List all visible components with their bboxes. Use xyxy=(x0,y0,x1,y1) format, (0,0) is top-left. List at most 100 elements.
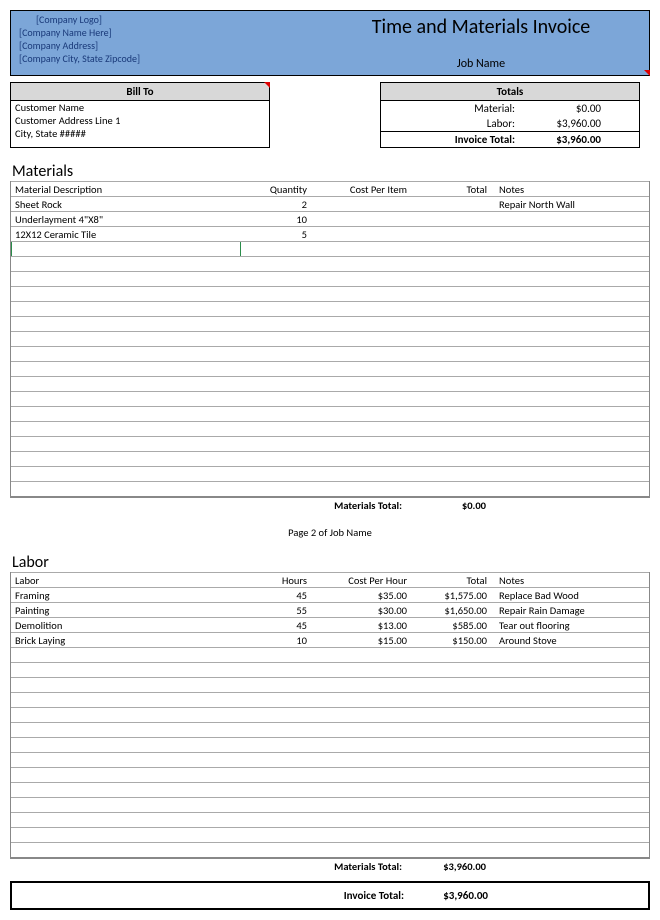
table-row[interactable] xyxy=(11,271,649,286)
cell-description[interactable] xyxy=(11,407,241,421)
cell-description[interactable]: Sheet Rock xyxy=(11,197,241,211)
cell-description[interactable] xyxy=(11,332,241,346)
cell-description[interactable]: Painting xyxy=(11,603,241,617)
cell-notes[interactable] xyxy=(491,678,649,692)
cell-cost[interactable]: $30.00 xyxy=(311,603,411,617)
cell-total[interactable] xyxy=(411,347,491,361)
cell-quantity[interactable] xyxy=(241,407,311,421)
cell-notes[interactable] xyxy=(491,768,649,782)
cell-cost[interactable] xyxy=(311,272,411,286)
cell-notes[interactable] xyxy=(491,708,649,722)
cell-notes[interactable] xyxy=(491,482,649,496)
cell-total[interactable] xyxy=(411,482,491,496)
cell-cost[interactable] xyxy=(311,317,411,331)
cell-description[interactable] xyxy=(11,377,241,391)
cell-total[interactable]: $150.00 xyxy=(411,633,491,647)
cell-total[interactable] xyxy=(411,813,491,827)
cell-total[interactable] xyxy=(411,768,491,782)
cell-cost[interactable] xyxy=(311,392,411,406)
cell-total[interactable] xyxy=(411,407,491,421)
cell-quantity[interactable] xyxy=(241,828,311,842)
table-row[interactable] xyxy=(11,421,649,436)
cell-description[interactable] xyxy=(11,798,241,812)
cell-total[interactable] xyxy=(411,693,491,707)
cell-quantity[interactable] xyxy=(241,663,311,677)
cell-quantity[interactable] xyxy=(241,347,311,361)
table-row[interactable]: Underlayment 4"X8"10 xyxy=(11,211,649,226)
cell-cost[interactable]: $35.00 xyxy=(311,588,411,602)
table-row[interactable] xyxy=(11,827,649,842)
cell-total[interactable] xyxy=(411,723,491,737)
cell-cost[interactable] xyxy=(311,302,411,316)
cell-description[interactable] xyxy=(11,272,241,286)
cell-quantity[interactable] xyxy=(241,783,311,797)
cell-description[interactable] xyxy=(11,663,241,677)
table-row[interactable]: Brick Laying10$15.00$150.00Around Stove xyxy=(11,632,649,647)
cell-cost[interactable] xyxy=(311,723,411,737)
labor-grid[interactable]: Labor Hours Cost Per Hour Total Notes Fr… xyxy=(10,572,650,858)
cell-quantity[interactable] xyxy=(241,708,311,722)
cell-cost[interactable] xyxy=(311,377,411,391)
cell-description[interactable] xyxy=(11,648,241,662)
cell-cost[interactable] xyxy=(311,693,411,707)
cell-cost[interactable] xyxy=(311,422,411,436)
cell-total[interactable]: $1,575.00 xyxy=(411,588,491,602)
table-row[interactable]: Sheet Rock2Repair North Wall xyxy=(11,196,649,211)
cell-quantity[interactable] xyxy=(241,317,311,331)
table-row[interactable] xyxy=(11,241,649,256)
cell-cost[interactable] xyxy=(311,813,411,827)
cell-quantity[interactable] xyxy=(241,813,311,827)
cell-cost[interactable] xyxy=(311,437,411,451)
cell-total[interactable] xyxy=(411,302,491,316)
cell-total[interactable] xyxy=(411,272,491,286)
cell-total[interactable] xyxy=(411,287,491,301)
cell-total[interactable] xyxy=(411,843,491,857)
cell-total[interactable] xyxy=(411,753,491,767)
cell-notes[interactable] xyxy=(491,738,649,752)
cell-notes[interactable] xyxy=(491,437,649,451)
cell-total[interactable] xyxy=(411,197,491,211)
cell-notes[interactable] xyxy=(491,467,649,481)
table-row[interactable] xyxy=(11,481,649,496)
cell-description[interactable] xyxy=(11,843,241,857)
cell-quantity[interactable] xyxy=(241,798,311,812)
table-row[interactable] xyxy=(11,361,649,376)
table-row[interactable] xyxy=(11,406,649,421)
cell-description[interactable]: Demolition xyxy=(11,618,241,632)
table-row[interactable] xyxy=(11,737,649,752)
table-row[interactable] xyxy=(11,301,649,316)
table-row[interactable] xyxy=(11,707,649,722)
cell-quantity[interactable] xyxy=(241,332,311,346)
cell-notes[interactable]: Repair Rain Damage xyxy=(491,603,649,617)
cell-quantity[interactable]: 10 xyxy=(241,212,311,226)
cell-notes[interactable] xyxy=(491,227,649,241)
cell-cost[interactable] xyxy=(311,738,411,752)
cell-quantity[interactable] xyxy=(241,467,311,481)
table-row[interactable]: Painting55$30.00$1,650.00Repair Rain Dam… xyxy=(11,602,649,617)
cell-cost[interactable] xyxy=(311,708,411,722)
cell-notes[interactable]: Replace Bad Wood xyxy=(491,588,649,602)
cell-cost[interactable] xyxy=(311,828,411,842)
cell-description[interactable] xyxy=(11,317,241,331)
cell-notes[interactable] xyxy=(491,798,649,812)
cell-description[interactable] xyxy=(11,392,241,406)
cell-quantity[interactable] xyxy=(241,843,311,857)
table-row[interactable] xyxy=(11,466,649,481)
cell-total[interactable] xyxy=(411,362,491,376)
cell-cost[interactable] xyxy=(311,648,411,662)
cell-cost[interactable] xyxy=(311,212,411,226)
table-row[interactable] xyxy=(11,331,649,346)
cell-description[interactable] xyxy=(11,302,241,316)
cell-total[interactable]: $585.00 xyxy=(411,618,491,632)
cell-notes[interactable] xyxy=(491,257,649,271)
cell-total[interactable] xyxy=(411,332,491,346)
cell-quantity[interactable] xyxy=(241,738,311,752)
cell-notes[interactable] xyxy=(491,813,649,827)
cell-total[interactable] xyxy=(411,392,491,406)
cell-cost[interactable] xyxy=(311,783,411,797)
cell-description[interactable] xyxy=(11,257,241,271)
table-row[interactable] xyxy=(11,346,649,361)
cell-notes[interactable] xyxy=(491,242,649,256)
cell-description[interactable] xyxy=(11,708,241,722)
cell-cost[interactable] xyxy=(311,362,411,376)
